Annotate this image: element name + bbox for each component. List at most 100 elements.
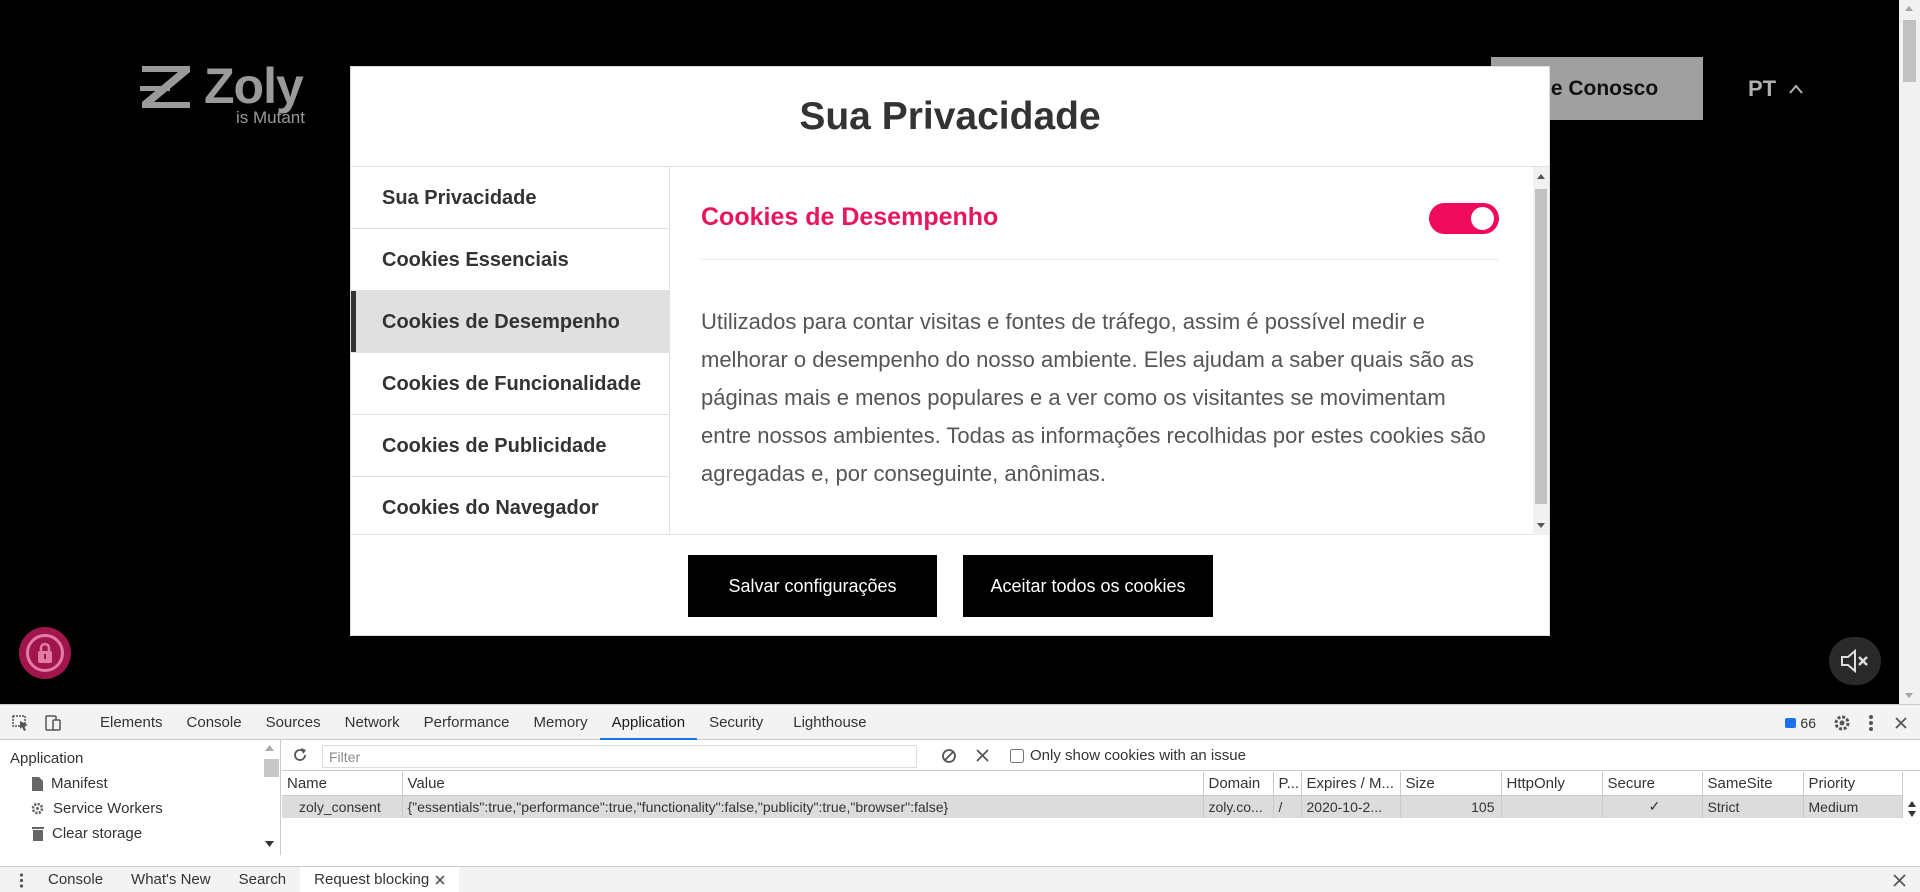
close-drawer-icon[interactable] xyxy=(1893,874,1906,887)
website-viewport: Zoly is Mutant le Conosco PT Sua Privaci… xyxy=(0,0,1920,704)
sound-toggle-button[interactable] xyxy=(1829,637,1881,685)
page-scrollbar-thumb[interactable] xyxy=(1903,20,1916,82)
cookie-category-content: Cookies de Desempenho Utilizados para co… xyxy=(670,167,1533,535)
document-icon xyxy=(32,776,43,791)
content-scrollbar-thumb[interactable] xyxy=(1535,189,1547,504)
sidebar-item-clear-storage[interactable]: Clear storage xyxy=(32,825,142,842)
sidebar-title: Application xyxy=(10,750,84,767)
toggle-knob xyxy=(1471,207,1494,230)
drawer-tab-whats-new[interactable]: What's New xyxy=(117,867,225,892)
only-issue-checkbox[interactable] xyxy=(1010,748,1024,763)
language-selector[interactable]: PT xyxy=(1748,76,1804,102)
column-header-domain[interactable]: Domain xyxy=(1203,772,1274,796)
cell-name[interactable]: zoly_consent xyxy=(282,795,403,818)
inspect-element-icon[interactable] xyxy=(12,715,30,731)
trash-icon xyxy=(32,827,44,841)
page-scrollbar[interactable] xyxy=(1899,0,1920,704)
tab-application[interactable]: Application xyxy=(599,705,698,740)
tab-memory[interactable]: Memory xyxy=(522,705,600,740)
tab-sources[interactable]: Sources xyxy=(254,705,333,740)
cookie-settings-button[interactable] xyxy=(19,627,71,679)
modal-body: Sua Privacidade Cookies Essenciais Cooki… xyxy=(351,167,1549,535)
scroll-down-arrow-icon[interactable] xyxy=(1537,523,1545,528)
refresh-icon[interactable] xyxy=(292,747,308,763)
tab-elements[interactable]: Elements xyxy=(88,705,175,740)
save-settings-button[interactable]: Salvar configurações xyxy=(688,555,937,617)
cookie-filter-input[interactable] xyxy=(322,745,917,768)
cell-httponly[interactable] xyxy=(1501,795,1603,818)
section-description: Utilizados para contar visitas e fontes … xyxy=(701,309,1486,486)
cookies-toolbar: Only show cookies with an issue xyxy=(282,740,1920,771)
drawer-menu-icon[interactable] xyxy=(19,873,24,888)
issues-counter[interactable]: 66 xyxy=(1785,715,1816,731)
language-label: PT xyxy=(1748,76,1777,101)
sidebar-item-manifest[interactable]: Manifest xyxy=(32,775,108,792)
nav-item-cookies-essenciais[interactable]: Cookies Essenciais xyxy=(351,229,669,291)
sidebar-item-service-workers[interactable]: Service Workers xyxy=(30,800,163,817)
cell-expires[interactable]: 2020-10-2... xyxy=(1301,795,1401,818)
device-toggle-icon[interactable] xyxy=(44,715,62,731)
drawer-tabs: Console What's New Search Request blocki… xyxy=(34,867,460,892)
cookie-category-nav: Sua Privacidade Cookies Essenciais Cooki… xyxy=(351,167,670,535)
cell-domain[interactable]: zoly.co... xyxy=(1203,795,1274,818)
tab-console[interactable]: Console xyxy=(175,705,254,740)
devtools-tabs: Elements Console Sources Network Perform… xyxy=(88,705,879,740)
cell-path[interactable]: / xyxy=(1273,795,1302,818)
tab-lighthouse[interactable]: Lighthouse xyxy=(781,705,878,740)
nav-item-cookies-funcionalidade[interactable]: Cookies de Funcionalidade xyxy=(351,353,669,415)
modal-header: Sua Privacidade xyxy=(351,67,1549,167)
logo-tagline: is Mutant xyxy=(236,108,305,127)
drawer-tab-request-blocking[interactable]: Request blocking xyxy=(300,867,460,892)
devtools-drawer-bar: Console What's New Search Request blocki… xyxy=(0,866,1920,892)
cell-samesite[interactable]: Strict xyxy=(1702,795,1804,818)
delete-selected-icon[interactable] xyxy=(976,749,989,762)
clear-all-icon[interactable] xyxy=(941,748,957,764)
issue-message-icon xyxy=(1785,717,1797,728)
scroll-down-arrow-icon[interactable] xyxy=(265,841,274,847)
performance-cookies-toggle[interactable] xyxy=(1429,203,1499,234)
nav-item-cookies-publicidade[interactable]: Cookies de Publicidade xyxy=(351,415,669,477)
column-header-priority[interactable]: Priority xyxy=(1803,772,1903,796)
column-header-path[interactable]: P... xyxy=(1273,772,1302,796)
column-header-size[interactable]: Size xyxy=(1400,772,1502,796)
scroll-down-arrow-icon[interactable] xyxy=(1905,693,1913,698)
scroll-up-arrow-icon[interactable] xyxy=(1905,6,1913,11)
nav-item-cookies-navegador[interactable]: Cookies do Navegador xyxy=(351,477,669,535)
scroll-up-arrow-icon[interactable] xyxy=(265,745,274,751)
drawer-tab-search[interactable]: Search xyxy=(225,867,301,892)
scroll-up-down-arrows-icon[interactable] xyxy=(1906,798,1918,820)
accept-all-cookies-button[interactable]: Aceitar todos os cookies xyxy=(963,555,1213,617)
sidebar-scrollbar[interactable] xyxy=(261,740,279,855)
column-header-name[interactable]: Name xyxy=(282,772,403,796)
close-tab-icon[interactable] xyxy=(435,875,445,885)
column-header-samesite[interactable]: SameSite xyxy=(1702,772,1804,796)
chevron-up-icon xyxy=(1789,84,1803,94)
tab-network[interactable]: Network xyxy=(333,705,412,740)
table-scrollbar[interactable] xyxy=(1906,798,1920,822)
gear-icon[interactable] xyxy=(1832,713,1852,733)
nav-item-cookies-desempenho[interactable]: Cookies de Desempenho xyxy=(351,291,669,353)
table-row[interactable]: zoly_consent {"essentials":true,"perform… xyxy=(282,795,1903,818)
tab-performance[interactable]: Performance xyxy=(412,705,522,740)
devtools-panel: Elements Console Sources Network Perform… xyxy=(0,704,1920,892)
column-header-expires[interactable]: Expires / M... xyxy=(1301,772,1401,796)
column-header-secure[interactable]: Secure xyxy=(1602,772,1703,796)
cell-priority[interactable]: Medium xyxy=(1803,795,1903,818)
only-issue-filter[interactable]: Only show cookies with an issue xyxy=(1010,747,1246,764)
close-devtools-icon[interactable] xyxy=(1894,716,1908,730)
scroll-up-arrow-icon[interactable] xyxy=(1537,174,1545,179)
cell-value[interactable]: {"essentials":true,"performance":true,"f… xyxy=(402,795,1204,818)
speaker-muted-icon xyxy=(1841,649,1868,673)
column-header-value[interactable]: Value xyxy=(402,772,1204,796)
sidebar-scrollbar-thumb[interactable] xyxy=(264,759,279,777)
tab-security[interactable]: Security xyxy=(697,705,775,740)
column-header-httponly[interactable]: HttpOnly xyxy=(1501,772,1603,796)
section-header: Cookies de Desempenho xyxy=(701,167,1499,260)
more-options-icon[interactable] xyxy=(1868,714,1874,732)
table-header-row: Name Value Domain P... Expires / M... Si… xyxy=(282,772,1903,796)
cell-size[interactable]: 105 xyxy=(1400,795,1502,818)
content-scrollbar[interactable] xyxy=(1533,167,1549,535)
cell-secure[interactable]: ✓ xyxy=(1602,795,1703,818)
drawer-tab-console[interactable]: Console xyxy=(34,867,117,892)
nav-item-sua-privacidade[interactable]: Sua Privacidade xyxy=(351,167,669,229)
